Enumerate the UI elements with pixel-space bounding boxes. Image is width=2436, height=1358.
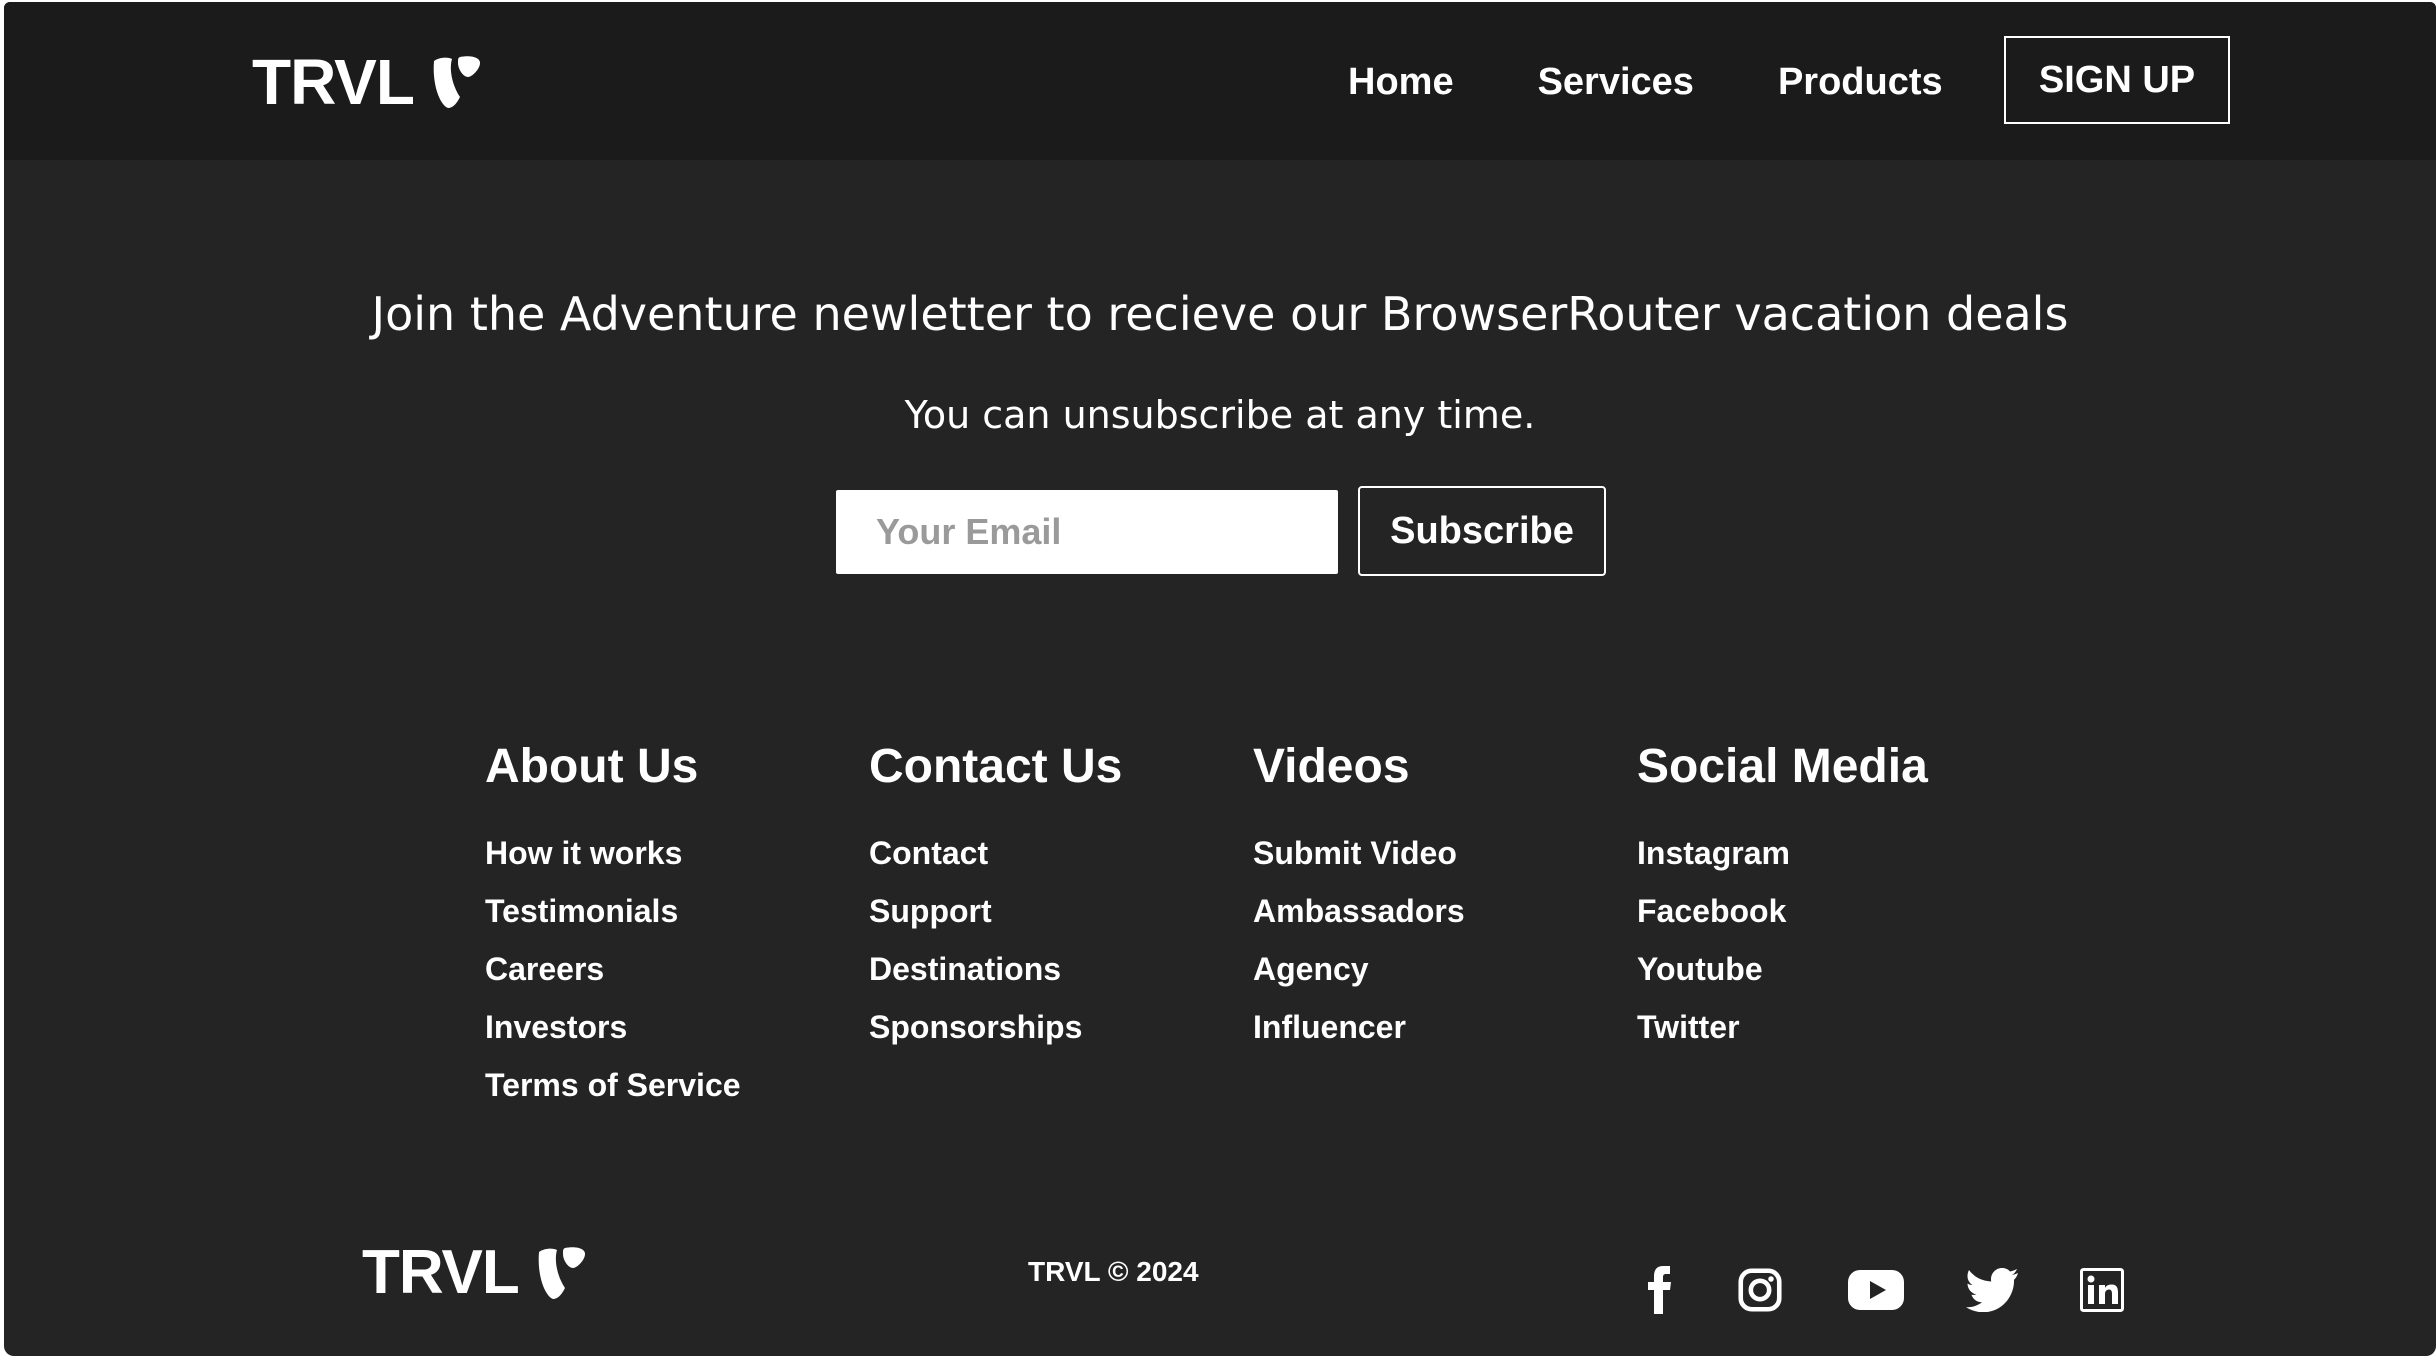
copyright-text: TRVL © 2024: [1028, 1256, 1199, 1287]
twitter-icon[interactable]: [1966, 1262, 2018, 1318]
footer-link-investors[interactable]: Investors: [485, 998, 741, 1056]
footer-link-facebook[interactable]: Facebook: [1637, 882, 1928, 940]
footer-column-title: About Us: [485, 740, 699, 793]
footer-link-contact[interactable]: Contact: [869, 824, 1122, 882]
footer-logo[interactable]: TRVL: [362, 1242, 587, 1304]
footer-link-careers[interactable]: Careers: [485, 940, 741, 998]
footer-link-ambassadors[interactable]: Ambassadors: [1253, 882, 1465, 940]
facebook-icon[interactable]: [1642, 1262, 1678, 1318]
footer-link-destinations[interactable]: Destinations: [869, 940, 1122, 998]
footer-column-social-media: Social Media Instagram Facebook Youtube …: [1637, 738, 1928, 1056]
youtube-icon[interactable]: [1848, 1262, 1904, 1318]
brand-text: TRVL: [252, 46, 415, 118]
subscribe-button[interactable]: Subscribe: [1358, 486, 1606, 576]
typo3-logo-icon: [433, 56, 480, 108]
nav-link-services[interactable]: Services: [1538, 58, 1694, 106]
navbar-logo[interactable]: TRVL: [252, 50, 482, 114]
navbar: TRVL Home Services Products SIGN UP: [4, 2, 2436, 160]
footer-link-sponsorships[interactable]: Sponsorships: [869, 998, 1122, 1056]
footer-link-terms-of-service[interactable]: Terms of Service: [485, 1056, 741, 1114]
footer-column-contact-us: Contact Us Contact Support Destinations …: [869, 738, 1122, 1056]
nav-link-products[interactable]: Products: [1778, 58, 1943, 106]
footer-link-agency[interactable]: Agency: [1253, 940, 1465, 998]
nav-links: Home Services Products: [1348, 58, 1943, 106]
footer-column-videos: Videos Submit Video Ambassadors Agency I…: [1253, 738, 1465, 1056]
newsletter-subheading: You can unsubscribe at any time.: [904, 393, 1536, 437]
footer-link-support[interactable]: Support: [869, 882, 1122, 940]
footer-column-title: Videos: [1253, 740, 1410, 793]
typo3-logo-icon: [538, 1247, 585, 1299]
newsletter-heading: Join the Adventure newletter to recieve …: [371, 287, 2069, 341]
footer-link-twitter[interactable]: Twitter: [1637, 998, 1928, 1056]
footer-column-about-us: About Us How it works Testimonials Caree…: [485, 738, 741, 1114]
page: TRVL Home Services Products SIGN UP Join…: [4, 2, 2436, 1356]
footer-column-title: Contact Us: [869, 740, 1123, 793]
footer-link-submit-video[interactable]: Submit Video: [1253, 824, 1465, 882]
footer-link-how-it-works[interactable]: How it works: [485, 824, 741, 882]
signup-button[interactable]: SIGN UP: [2004, 36, 2230, 124]
nav-link-home[interactable]: Home: [1348, 58, 1454, 106]
footer-link-testimonials[interactable]: Testimonials: [485, 882, 741, 940]
email-input[interactable]: [836, 490, 1338, 574]
footer-link-instagram[interactable]: Instagram: [1637, 824, 1928, 882]
footer-column-title: Social Media: [1637, 740, 1928, 793]
footer-link-youtube[interactable]: Youtube: [1637, 940, 1928, 998]
brand-text: TRVL: [362, 1238, 520, 1307]
footer-link-influencer[interactable]: Influencer: [1253, 998, 1465, 1056]
linkedin-icon[interactable]: [2078, 1262, 2126, 1318]
instagram-icon[interactable]: [1736, 1262, 1784, 1318]
